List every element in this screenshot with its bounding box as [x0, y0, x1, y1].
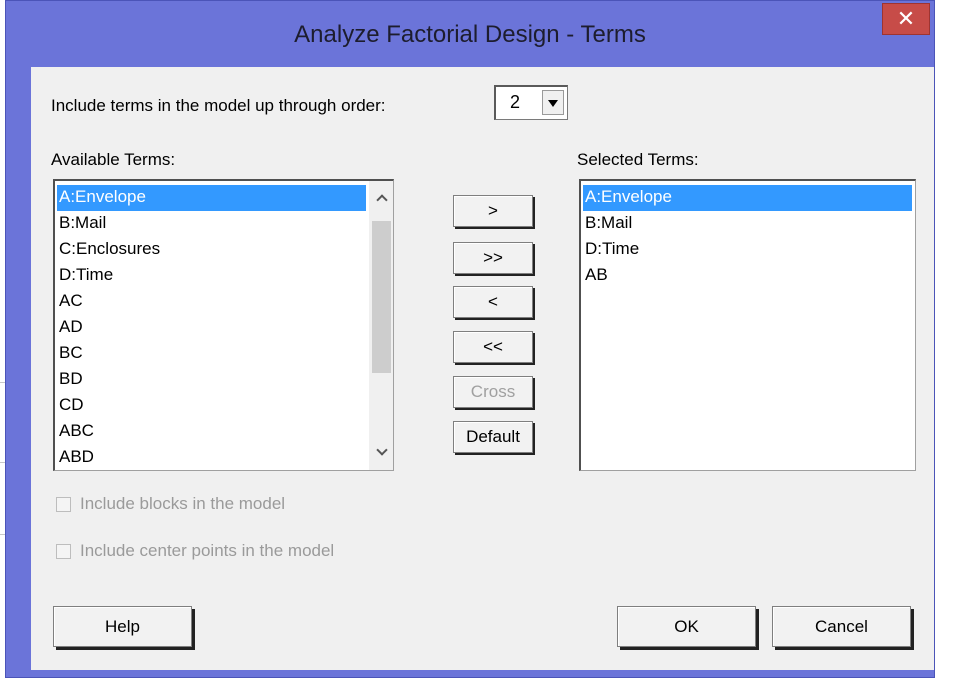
dialog-client: Include terms in the model up through or…	[31, 67, 934, 670]
title-bar[interactable]: Analyze Factorial Design - Terms ✕	[6, 1, 934, 67]
list-item[interactable]: BD	[57, 367, 83, 393]
include-blocks-option[interactable]: Include blocks in the model	[56, 494, 285, 514]
dialog-window: Analyze Factorial Design - Terms ✕ Inclu…	[5, 0, 935, 678]
list-item[interactable]: D:Time	[583, 237, 639, 263]
close-button[interactable]: ✕	[882, 3, 930, 35]
vertical-scrollbar[interactable]	[369, 181, 393, 470]
dialog-title: Analyze Factorial Design - Terms	[294, 21, 646, 48]
cross-button[interactable]: Cross	[453, 376, 533, 408]
close-icon: ✕	[896, 6, 916, 31]
include-center-points-checkbox[interactable]	[56, 543, 71, 559]
add-term-button[interactable]: >	[453, 195, 533, 227]
list-item[interactable]: AC	[57, 289, 83, 315]
help-button[interactable]: Help	[53, 606, 192, 647]
ok-button[interactable]: OK	[617, 606, 756, 647]
scroll-thumb[interactable]	[372, 221, 391, 373]
available-terms-label: Available Terms:	[51, 150, 176, 169]
include-center-points-label: Include center points in the model	[80, 541, 335, 560]
list-item[interactable]: AD	[57, 315, 83, 341]
cancel-button[interactable]: Cancel	[772, 606, 911, 647]
list-item[interactable]: D:Time	[57, 263, 113, 289]
include-blocks-label: Include blocks in the model	[80, 494, 286, 513]
list-item[interactable]: A:Envelope	[57, 185, 366, 211]
list-item[interactable]: ABD	[57, 445, 94, 470]
list-item[interactable]: BC	[57, 341, 83, 367]
selected-terms-label: Selected Terms:	[577, 150, 699, 169]
list-item[interactable]: CD	[57, 393, 84, 419]
include-blocks-checkbox[interactable]	[56, 496, 71, 512]
list-item[interactable]: AB	[583, 263, 608, 289]
include-center-points-option[interactable]: Include center points in the model	[56, 541, 334, 561]
list-item[interactable]: A:Envelope	[583, 185, 912, 211]
scroll-down-icon[interactable]	[376, 446, 388, 458]
list-item[interactable]: B:Mail	[583, 211, 632, 237]
chevron-down-icon[interactable]	[542, 90, 564, 115]
order-value: 2	[510, 92, 521, 112]
order-dropdown[interactable]: 2	[494, 85, 568, 120]
scroll-up-icon[interactable]	[376, 193, 388, 205]
list-item[interactable]: C:Enclosures	[57, 237, 160, 263]
default-button[interactable]: Default	[453, 421, 533, 453]
remove-all-terms-button[interactable]: <<	[453, 331, 533, 363]
selected-terms-list[interactable]: A:Envelope B:Mail D:Time AB	[579, 179, 916, 471]
remove-term-button[interactable]: <	[453, 286, 533, 318]
list-item[interactable]: B:Mail	[57, 211, 106, 237]
list-item[interactable]: ABC	[57, 419, 94, 445]
available-terms-list[interactable]: A:Envelope B:Mail C:Enclosures D:Time AC…	[53, 179, 394, 471]
order-label: Include terms in the model up through or…	[51, 96, 386, 115]
add-all-terms-button[interactable]: >>	[453, 242, 533, 274]
